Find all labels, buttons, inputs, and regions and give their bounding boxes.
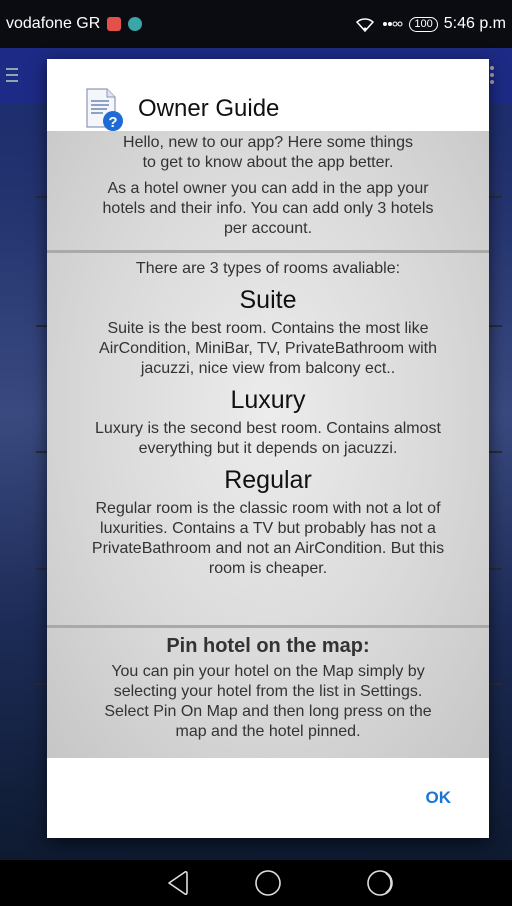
background-divider — [488, 568, 502, 570]
status-right: 100 5:46 p.m — [355, 15, 506, 33]
dialog-title: Owner Guide — [138, 95, 280, 122]
room-description: everything but it depends on jacuzzi. — [138, 440, 398, 457]
dialog-header: ? Owner Guide — [47, 59, 489, 131]
status-left: vodafone GR — [6, 15, 143, 33]
intro-section: Hello, new to our app? Here some things … — [47, 133, 489, 239]
owner-guide-dialog: ? Owner Guide Hello, new to our app? Her… — [47, 59, 489, 838]
room-description: luxurities. Contains a TV but probably h… — [100, 520, 436, 537]
navigation-bar — [0, 860, 512, 906]
pin-instructions: Select Pin On Map and then long press on… — [104, 703, 432, 720]
background-divider — [488, 451, 502, 453]
room-description: Suite is the best room. Contains the mos… — [107, 320, 429, 337]
notification-icon — [107, 17, 122, 31]
intro-text: to get to know about the app better. — [142, 154, 394, 171]
room-description: PrivateBathroom and not an AirCondition.… — [91, 540, 445, 557]
recents-icon[interactable] — [366, 868, 396, 898]
background-divider — [488, 325, 502, 327]
carrier-name: vodafone GR — [6, 15, 101, 32]
rooms-heading: There are 3 types of rooms avaliable: — [135, 260, 401, 277]
room-type-title: Luxury — [230, 386, 306, 414]
hotels-info-text: per account. — [223, 220, 313, 237]
room-type-title: Suite — [239, 286, 297, 314]
clock: 5:46 p.m — [443, 15, 506, 32]
room-description: Luxury is the second best room. Contains… — [95, 420, 441, 437]
status-bar: vodafone GR 100 5:46 p.m — [0, 0, 512, 48]
section-divider — [47, 625, 489, 628]
pin-instructions: selecting your hotel from the list in Se… — [113, 683, 423, 700]
back-triangle-icon[interactable] — [163, 868, 193, 898]
rooms-section: There are 3 types of rooms avaliable: Su… — [47, 259, 489, 579]
dialog-actions: OK — [47, 758, 489, 838]
hotels-info-text: hotels and their info. You can add only … — [102, 200, 434, 217]
document-help-icon: ? — [83, 87, 125, 131]
section-divider — [47, 250, 489, 253]
pin-section: Pin hotel on the map: You can pin your h… — [47, 634, 489, 742]
svg-text:?: ? — [108, 114, 117, 131]
intro-text: Hello, new to our app? Here some things — [123, 134, 413, 151]
room-type-title: Regular — [224, 466, 312, 494]
pin-title: Pin hotel on the map: — [166, 635, 370, 657]
overflow-menu-icon[interactable] — [490, 66, 494, 87]
hotels-info-text: As a hotel owner you can add in the app … — [107, 180, 429, 197]
ok-button[interactable]: OK — [418, 784, 460, 812]
room-description: jacuzzi, nice view from balcony ect.. — [140, 360, 396, 377]
background-divider — [488, 683, 502, 685]
menu-icon[interactable] — [6, 68, 18, 84]
home-circle-icon[interactable] — [253, 868, 283, 898]
room-description: AirCondition, MiniBar, TV, PrivateBathro… — [99, 340, 437, 357]
room-description: room is cheaper. — [208, 560, 328, 577]
background-divider — [488, 196, 502, 198]
room-description: Regular room is the classic room with no… — [95, 500, 441, 517]
notification-icon — [128, 17, 143, 31]
wifi-icon — [355, 16, 375, 32]
pin-instructions: map and the hotel pinned. — [175, 723, 361, 740]
signal-icon — [381, 17, 403, 31]
pin-instructions: You can pin your hotel on the Map simply… — [111, 663, 425, 680]
battery-indicator: 100 — [409, 16, 438, 32]
guide-scroll-content[interactable]: Hello, new to our app? Here some things … — [47, 131, 489, 758]
phone-screen: vodafone GR 100 5:46 p.m ? Owner Guide H… — [0, 0, 512, 906]
